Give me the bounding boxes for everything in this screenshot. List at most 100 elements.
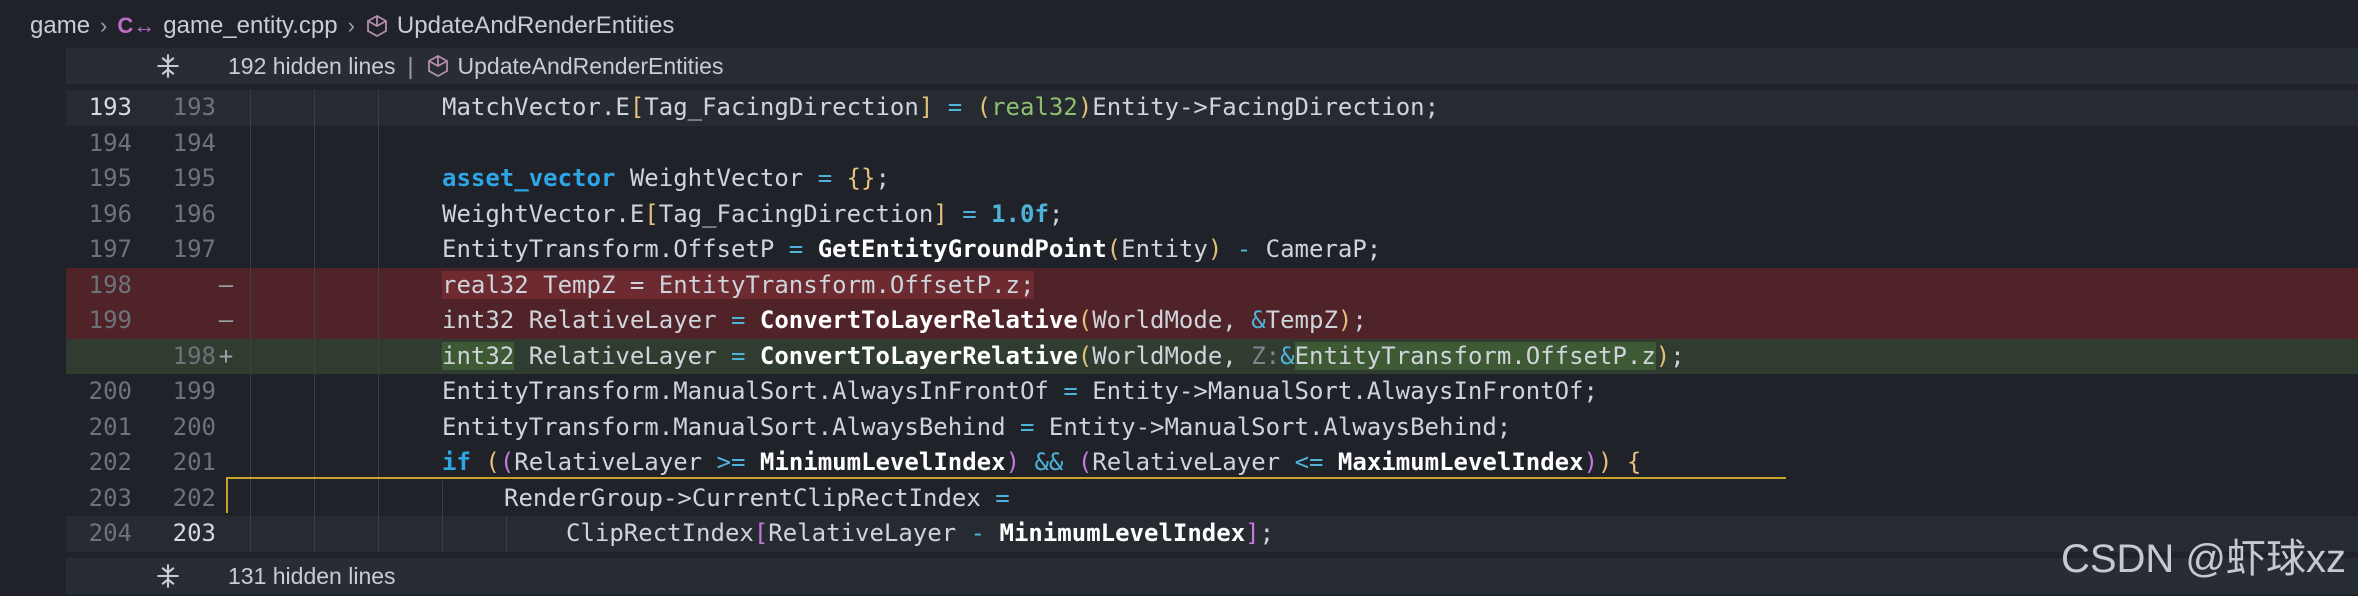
code-token: ( [1077, 448, 1093, 476]
indent-guide [250, 445, 251, 481]
code-text[interactable]: ClipRectIndex[RelativeLayer - MinimumLev… [236, 516, 2358, 552]
code-text[interactable]: EntityTransform.ManualSort.AlwaysInFront… [236, 374, 2358, 410]
indent-guide [378, 125, 379, 161]
hidden-lines-count: 192 hidden lines [228, 52, 396, 79]
indent-guide [314, 445, 315, 481]
code-token: if [442, 448, 471, 476]
code-line[interactable]: 199— int32 RelativeLayer = ConvertToLayer… [66, 303, 2358, 339]
code-token: Tag_FacingDirection [644, 93, 919, 121]
code-token: = [1019, 412, 1035, 441]
indent-guide [250, 374, 251, 410]
code-token: ; [1670, 341, 1685, 370]
indent-guide [314, 480, 315, 516]
code-text[interactable]: EntityTransform.OffsetP = GetEntityGroun… [236, 232, 2358, 268]
code-line[interactable]: 200 199 EntityTransform.ManualSort.AlwaysI… [66, 374, 2358, 410]
code-token: = [933, 93, 977, 121]
breadcrumb-file[interactable]: game_entity.cpp [163, 12, 337, 40]
breadcrumb-symbol[interactable]: UpdateAndRenderEntities [397, 12, 675, 40]
code-token: RelativeLayer [1092, 448, 1295, 476]
code-line[interactable]: 196 196 WeightVector.E[Tag_FacingDirection… [66, 196, 2358, 233]
breadcrumb-folder[interactable]: game [30, 12, 90, 40]
line-number-original: 196 [88, 199, 132, 228]
diff-marker [216, 197, 236, 233]
code-line[interactable]: 194 194 [66, 125, 2358, 162]
diff-marker [216, 516, 236, 552]
bracket-scope-marker [226, 477, 1786, 479]
indent-guide [378, 374, 379, 410]
code-token: { [1626, 448, 1642, 476]
code-token: = [1063, 377, 1078, 405]
code-token: int32 RelativeLayer [442, 306, 731, 334]
hidden-lines-top[interactable]: 192 hidden lines | UpdateAndRenderEntiti… [66, 48, 2358, 84]
diff-marker [216, 445, 236, 481]
code-line[interactable]: 197 197 EntityTransform.OffsetP = GetEntit… [66, 232, 2358, 268]
indent-guide [378, 232, 379, 268]
hidden-lines-count: 131 hidden lines [228, 562, 396, 589]
indent-guide [250, 338, 251, 374]
code-line[interactable]: 195 195 asset_vector WeightVector = {}; [66, 161, 2358, 197]
code-token: Entity [1121, 235, 1208, 263]
code-token: ) [1655, 341, 1671, 370]
code-token: ConvertToLayerRelative [759, 306, 1078, 334]
line-number-original: 193 [88, 93, 132, 121]
line-number-original: 202 [88, 448, 132, 476]
code-line[interactable]: 198 + int32 RelativeLayer = ConvertToLayer… [66, 338, 2358, 375]
code-text[interactable]: RenderGroup->CurrentClipRectIndex = [236, 480, 2358, 516]
line-number-original: 195 [88, 164, 132, 192]
code-line[interactable]: 204 203 ClipRectIndex[RelativeLayer - Mini… [66, 516, 2358, 552]
code-token: ( [1077, 341, 1093, 370]
code-line[interactable]: 193 193 MatchVector.E[Tag_FacingDirection]… [66, 90, 2358, 126]
code-text[interactable]: real32 TempZ = EntityTransform.OffsetP.z… [236, 267, 2358, 303]
removed-marker: — [218, 270, 234, 299]
line-number-original: 201 [88, 412, 132, 441]
line-number-modified: 202 [172, 483, 216, 512]
code-token: Entity->ManualSort.AlwaysBehind; [1034, 412, 1512, 441]
expand-hidden-icon[interactable] [154, 52, 182, 80]
code-text[interactable]: WeightVector.E[Tag_FacingDirection] = 1.… [236, 196, 2358, 232]
code-token: RelativeLayer [514, 341, 731, 370]
code-text[interactable]: MatchVector.E[Tag_FacingDirection] = (re… [236, 90, 2358, 126]
hidden-lines-symbol: UpdateAndRenderEntities [457, 52, 724, 79]
indent-guide [250, 516, 251, 552]
indent-guide [378, 267, 379, 303]
line-number-modified: 193 [172, 93, 216, 121]
code-line[interactable]: 203 202 RenderGroup->CurrentClipRectIndex … [66, 480, 2358, 516]
code-token: ; [1259, 519, 1275, 547]
code-text[interactable]: EntityTransform.ManualSort.AlwaysBehind … [236, 409, 2358, 445]
removed-marker: — [218, 306, 234, 334]
code-line[interactable]: 202 201 if ((RelativeLayer >= MinimumLevel… [66, 445, 2358, 481]
code-token: Tag_FacingDirection [658, 199, 934, 228]
diff-marker [216, 126, 236, 162]
line-number-original: 200 [88, 377, 132, 405]
code-token: ; [1352, 306, 1367, 334]
indent-guide [378, 338, 379, 374]
diff-editor[interactable]: 193 193 MatchVector.E[Tag_FacingDirection]… [66, 90, 2358, 552]
line-number-original [66, 339, 132, 375]
indent-guide [378, 409, 379, 445]
watermark: CSDN @虾球xz [2060, 537, 2346, 581]
code-text[interactable]: if ((RelativeLayer >= MinimumLevelIndex)… [236, 445, 2358, 481]
code-line[interactable]: 198 — real32 TempZ = EntityTransform.Offse… [66, 267, 2358, 303]
breadcrumb: game › C↔ game_entity.cpp › UpdateAndRen… [0, 0, 2358, 52]
line-number-modified: 198 [172, 341, 216, 370]
code-text[interactable]: asset_vector WeightVector = {}; [236, 161, 2358, 197]
code-token: EntityTransform.OffsetP [442, 235, 789, 263]
expand-hidden-icon[interactable] [154, 562, 182, 590]
code-text[interactable]: int32 RelativeLayer = ConvertToLayerRela… [236, 338, 2358, 374]
diff-marker [216, 410, 236, 446]
code-token: = [788, 235, 804, 263]
chevron-right-icon: › [100, 13, 108, 38]
code-line[interactable]: 201 200 EntityTransform.ManualSort.AlwaysB… [66, 409, 2358, 446]
code-text[interactable] [236, 125, 2358, 161]
code-token: - [1222, 235, 1266, 263]
line-number-original: 203 [88, 483, 132, 512]
code-text[interactable]: int32 RelativeLayer = ConvertToLayerRela… [236, 303, 2358, 339]
code-token: EntityTransform.ManualSort.AlwaysBehind [442, 412, 1020, 441]
method-cube-icon [367, 14, 387, 38]
code-token: WeightVector.E [442, 199, 645, 228]
hidden-lines-bottom[interactable]: 131 hidden lines [66, 558, 2358, 594]
line-number-modified: 199 [172, 377, 216, 405]
indent-guide [378, 90, 379, 126]
